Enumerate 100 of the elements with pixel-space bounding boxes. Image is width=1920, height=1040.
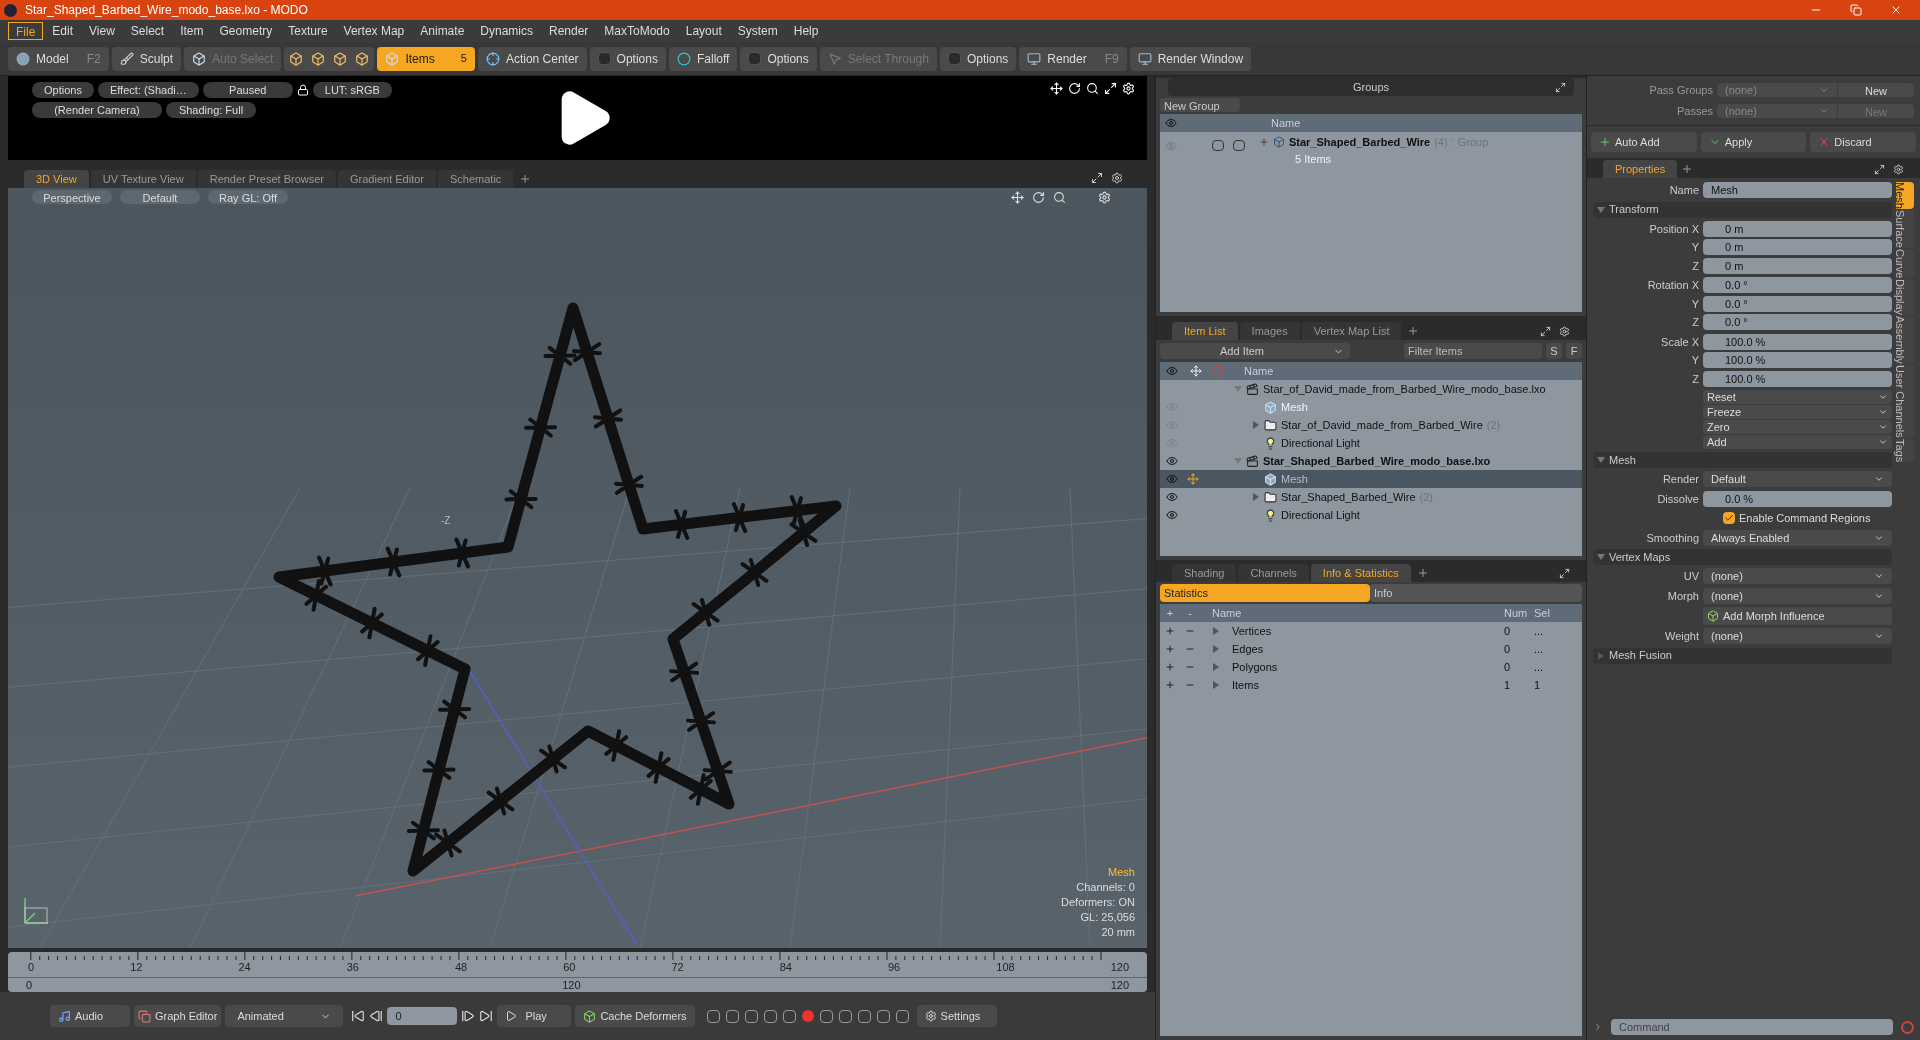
toolbar-button[interactable]: Falloff	[668, 46, 738, 71]
value-field[interactable]: 100.0 %	[1703, 352, 1892, 369]
menu-item[interactable]: Select	[123, 22, 172, 40]
statistics-row[interactable]: Edges 0 ...	[1160, 640, 1582, 658]
add-item-dropdown[interactable]: Add Item	[1160, 343, 1350, 359]
viewport-option-button[interactable]: Ray GL: Off	[208, 190, 288, 204]
checkbox[interactable]	[1723, 512, 1735, 525]
panel-tab[interactable]: Properties	[1603, 160, 1678, 178]
pass-action-button[interactable]: Discard	[1810, 132, 1916, 152]
key-tool-icon[interactable]	[838, 1009, 852, 1023]
menu-item[interactable]: Texture	[281, 22, 335, 40]
settings-icon[interactable]	[1559, 326, 1570, 337]
value-field[interactable]: 0 m	[1703, 257, 1892, 274]
action-dropdown[interactable]: Freeze	[1703, 405, 1892, 419]
dropdown[interactable]: (none)	[1703, 587, 1892, 604]
settings-icon[interactable]	[1893, 164, 1904, 175]
visibility-eye-icon[interactable]	[1166, 455, 1178, 467]
add-morph-button[interactable]: Add Morph Influence	[1703, 607, 1892, 625]
value-field[interactable]: 100.0 %	[1703, 333, 1892, 350]
checkbox-icon[interactable]	[1233, 140, 1245, 151]
command-field[interactable]: Command	[1611, 1019, 1893, 1035]
panel-tab[interactable]: Images	[1239, 322, 1300, 340]
maximize-icon[interactable]	[1104, 82, 1117, 95]
key-tool-icon[interactable]	[895, 1009, 909, 1023]
restore-icon[interactable]	[1850, 4, 1862, 16]
skip-back-icon[interactable]	[351, 1009, 366, 1023]
item-row[interactable]: Star_of_David_made_from_Barbed_Wire_modo_base.lxo	[1160, 380, 1582, 398]
value-field[interactable]: 0.0 %	[1703, 490, 1892, 507]
item-row[interactable]: Directional Light	[1160, 506, 1582, 524]
menu-item[interactable]: Render	[542, 22, 596, 40]
toolbar-button[interactable]: Options	[589, 46, 666, 71]
visibility-eye-icon[interactable]	[1166, 491, 1178, 503]
menu-item[interactable]: Geometry	[212, 22, 280, 40]
viewport-option-button[interactable]: Perspective	[32, 190, 112, 204]
preview-button[interactable]: Options	[32, 82, 94, 98]
expand-icon[interactable]	[1259, 137, 1269, 148]
toolbar-button[interactable]: Model F2	[8, 46, 109, 71]
menu-item[interactable]: MaxToModo	[597, 22, 677, 40]
panel-tab[interactable]: Item List	[1172, 322, 1238, 340]
expand-triangle-icon[interactable]	[1212, 681, 1220, 689]
play-button[interactable]: Play	[497, 1005, 572, 1027]
dropdown[interactable]: Always Enabled	[1703, 529, 1892, 546]
side-tab[interactable]: Display	[1896, 279, 1914, 316]
menu-item[interactable]: Help	[786, 22, 826, 40]
close-icon[interactable]	[1890, 4, 1902, 16]
dropdown[interactable]: (none)	[1703, 628, 1892, 645]
preview-button[interactable]: Shading: Full	[166, 102, 256, 118]
item-row[interactable]: Directional Light	[1160, 434, 1582, 452]
toolbar-button[interactable]: Render F9	[1019, 46, 1127, 71]
menu-item[interactable]: File	[8, 22, 44, 40]
collapse-triangle-icon[interactable]	[1597, 553, 1605, 561]
key-tool-icon[interactable]	[706, 1009, 720, 1023]
menu-item[interactable]: View	[82, 22, 122, 40]
visibility-eye-icon[interactable]	[1166, 509, 1178, 521]
new-group-button[interactable]: New Group	[1160, 98, 1240, 112]
filter-option-button[interactable]: F	[1566, 343, 1582, 359]
lock-icon[interactable]	[296, 84, 309, 96]
dropdown[interactable]: (none)	[1703, 568, 1892, 585]
filter-field[interactable]: Filter Items	[1404, 343, 1542, 359]
panel-tab[interactable]: Schematic	[438, 170, 514, 188]
key-tool-icon[interactable]	[744, 1009, 758, 1023]
subtab[interactable]: Statistics	[1160, 584, 1370, 602]
action-dropdown[interactable]: Reset	[1703, 390, 1892, 404]
frame-field[interactable]: 0	[387, 1007, 458, 1025]
settings-icon[interactable]	[1111, 172, 1123, 184]
stop-icon[interactable]	[1901, 1020, 1914, 1034]
expand-triangle-icon[interactable]	[1212, 627, 1220, 635]
name-field[interactable]: Mesh	[1703, 182, 1892, 199]
value-field[interactable]: 0 m	[1703, 220, 1892, 237]
key-tool-icon[interactable]	[857, 1009, 871, 1023]
item-row[interactable]: Mesh	[1160, 470, 1582, 488]
filter-option-button[interactable]: S	[1546, 343, 1562, 359]
viewport-option-button[interactable]: Default	[120, 190, 200, 204]
preview-button[interactable]: LUT: sRGB	[312, 82, 392, 98]
viewport[interactable]: Perspective Default Ray GL: Off -Z Mesh Channels: 0 Deformers: ON GL: 25,056 20 mm	[8, 188, 1147, 948]
mode-dropdown[interactable]: Animated	[225, 1005, 344, 1027]
panel-tab[interactable]: 3D View	[24, 170, 89, 188]
add-tab-icon[interactable]	[1416, 567, 1429, 579]
key-tool-icon[interactable]	[763, 1009, 777, 1023]
pass-action-button[interactable]: Apply	[1700, 132, 1807, 152]
panel-tab[interactable]: UV Texture View	[90, 170, 196, 188]
settings-button[interactable]: Settings	[916, 1005, 997, 1027]
record-icon[interactable]	[801, 1009, 814, 1022]
search-icon[interactable]	[1086, 82, 1099, 95]
expand-triangle-icon[interactable]	[1252, 493, 1260, 501]
panel-tab[interactable]: Vertex Map List	[1301, 322, 1402, 340]
side-tab[interactable]: Curve	[1896, 248, 1914, 279]
cache-deformers-button[interactable]: Cache Deformers	[575, 1005, 695, 1027]
step-back-icon[interactable]	[369, 1009, 384, 1023]
toolbar-button[interactable]: Sculpt	[111, 46, 182, 71]
side-tab[interactable]: Surface	[1896, 209, 1914, 248]
skip-forward-icon[interactable]	[479, 1009, 494, 1023]
menu-item[interactable]: Animate	[413, 22, 472, 40]
action-dropdown[interactable]: Zero	[1703, 420, 1892, 434]
section-header[interactable]: Mesh Fusion	[1593, 647, 1892, 664]
checkbox-icon[interactable]	[1212, 140, 1224, 151]
maximize-icon[interactable]	[1555, 81, 1566, 93]
menu-item[interactable]: Edit	[45, 22, 81, 40]
toolbar-button[interactable]: Action Center	[477, 46, 587, 71]
add-tab-icon[interactable]	[1407, 325, 1420, 337]
